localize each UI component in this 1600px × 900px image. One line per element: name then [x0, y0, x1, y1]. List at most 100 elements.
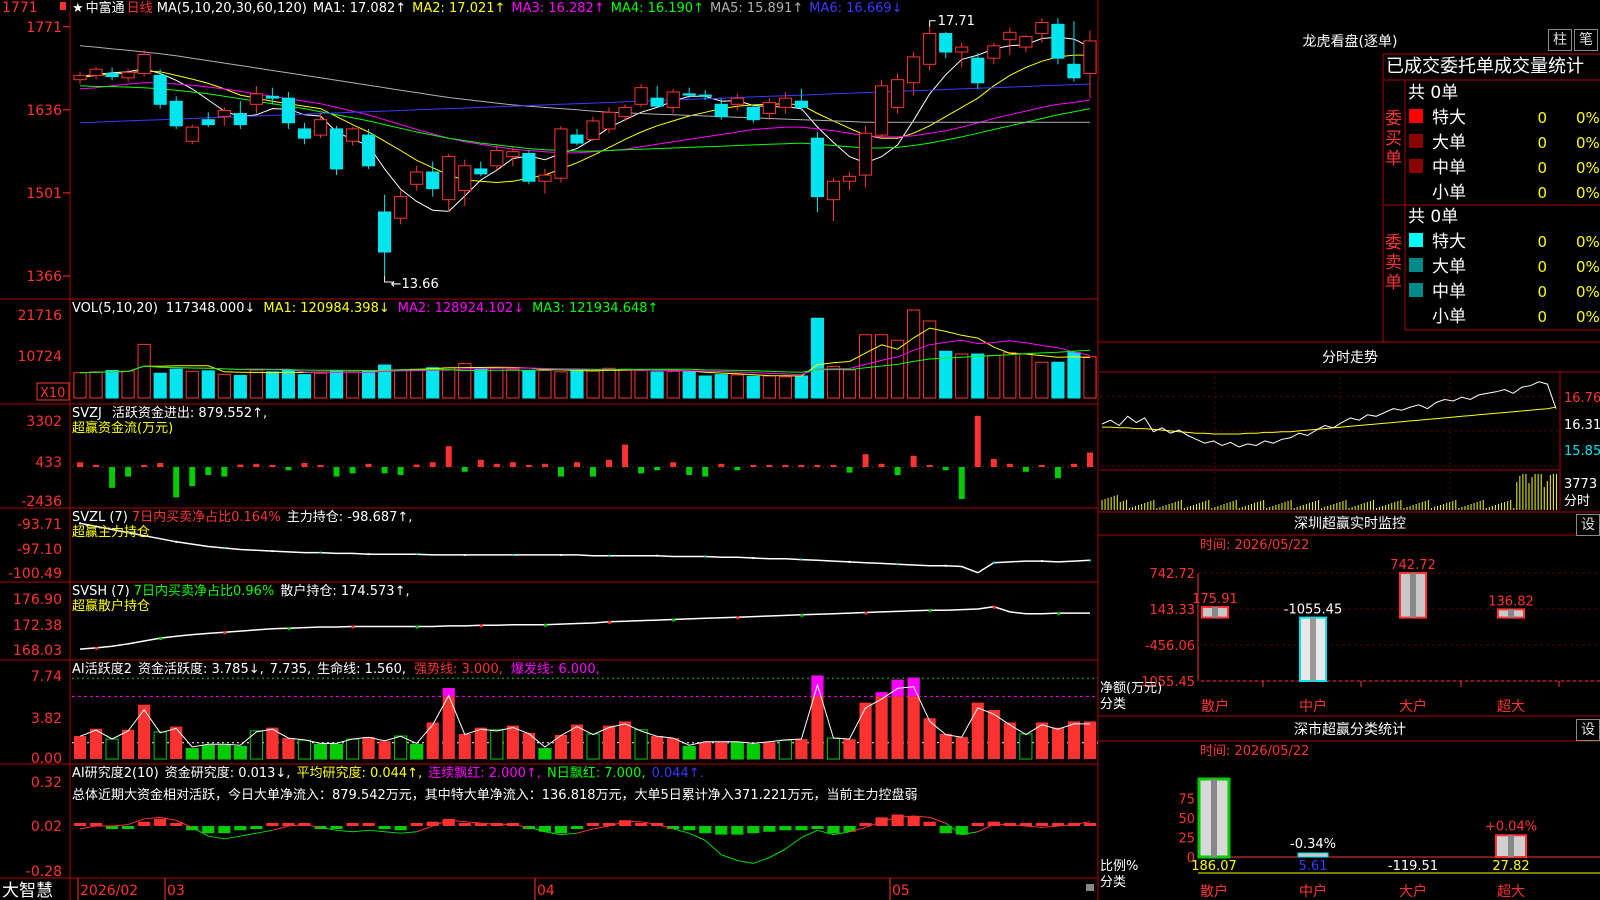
- candle-body: [105, 73, 119, 78]
- svzj-line2: 超赢资金流(万元): [72, 420, 173, 436]
- monitor-bar-shade: [1310, 617, 1316, 681]
- candle-body: [442, 156, 456, 201]
- svzj-bar: [670, 462, 677, 467]
- monitor-title: 深圳超赢实时监控: [1294, 515, 1406, 532]
- ai-bar: [939, 733, 952, 759]
- classify-bar-shade: [1508, 835, 1514, 857]
- volume-bar: [233, 374, 247, 399]
- candle-body: [233, 113, 247, 126]
- stock-name: 中富通: [86, 0, 125, 16]
- ai-research-bar: [715, 826, 728, 835]
- ai-bar: [538, 748, 552, 760]
- ai-research-bar: [570, 826, 584, 829]
- candle-body: [265, 95, 279, 99]
- ai-bar: [907, 696, 920, 759]
- ai-research-bar: [170, 823, 183, 826]
- classify-date: 时间: 2026/05/22: [1200, 744, 1309, 759]
- ai-research-bar: [138, 821, 151, 826]
- svzj-bar: [317, 465, 324, 467]
- ai-res-cont: 连续飘红: 2.000↑,: [428, 765, 541, 781]
- ai-bar: [1083, 721, 1097, 759]
- monitor-y-tick: -456.06: [1145, 639, 1195, 654]
- volume-bar: [153, 372, 167, 399]
- svzj-bar: [461, 467, 468, 472]
- volume-bar: [329, 370, 344, 399]
- svzl-label: SVZL (7): [72, 510, 128, 525]
- classify-ylabel: 比例%: [1100, 859, 1138, 874]
- ai-research-bar: [554, 826, 568, 834]
- candle-body: [762, 101, 776, 115]
- intraday-fenshi: 分时: [1564, 494, 1590, 509]
- volume-bar: [698, 375, 712, 399]
- svzj-bar: [109, 467, 116, 488]
- x-axis-label: 03: [167, 883, 185, 899]
- ai-research-bar: [747, 826, 760, 834]
- ai-research-bar: [731, 826, 744, 835]
- ai-research-bar: [234, 826, 247, 831]
- column-view-button[interactable]: 柱: [1548, 29, 1572, 51]
- monitor-y-tick: 143.33: [1150, 603, 1196, 618]
- ma-label: MA5: 15.891↑: [710, 1, 803, 16]
- svsh-dot: [479, 624, 483, 628]
- ai-strong: 强势线: 3.000,: [414, 661, 503, 677]
- svzj-bar: [285, 467, 292, 471]
- svsh-dot: [1056, 612, 1060, 616]
- svzj-bar: [253, 463, 260, 467]
- ai-res-last: 0.044↑.: [652, 766, 704, 781]
- ai-research-bar: [266, 823, 279, 826]
- kline-ma20-line: [79, 82, 1091, 154]
- volume-bar: [907, 309, 921, 399]
- svzl-dot: [175, 540, 178, 543]
- sell_rows-swatch: [1409, 283, 1423, 297]
- svzl-desc: 7日内买卖净占比0.164%: [132, 509, 281, 525]
- svzj-bar: [557, 467, 564, 477]
- ai-research-line: [721, 854, 738, 861]
- kline-y-tick: 1366: [26, 269, 62, 285]
- svzj-bar: [910, 455, 917, 467]
- dragon-header: 已成交委托单成交量统计: [1386, 56, 1584, 77]
- ai-research-line: [785, 837, 802, 850]
- svsh-dot: [672, 618, 676, 622]
- volume-bar: [137, 343, 151, 399]
- svzj-y-tick: -2436: [21, 494, 62, 510]
- svsh-dot: [992, 605, 996, 609]
- ai-research-line: [112, 824, 129, 827]
- classify-settings-button[interactable]: 设: [1576, 719, 1600, 741]
- svzj-bar: [846, 467, 853, 473]
- monitor-settings-button[interactable]: 设: [1576, 514, 1600, 536]
- ai-res-y-tick: 0.02: [31, 819, 62, 835]
- ai-research-line: [1025, 825, 1042, 828]
- svzl-dot: [896, 563, 899, 566]
- volume-bar: [121, 370, 135, 399]
- high-marker: [929, 20, 936, 27]
- ai-bar: [715, 742, 728, 759]
- svzl-dot: [1040, 560, 1043, 563]
- candle-body: [698, 94, 712, 97]
- volume-bar: [987, 354, 1001, 399]
- svsh-dot: [415, 625, 419, 629]
- volume-bar: [1003, 352, 1017, 399]
- ai-research-bar: [635, 823, 648, 826]
- volume-bar: [746, 375, 760, 399]
- svzj-bar: [798, 465, 805, 467]
- ai-research-bar: [154, 818, 167, 826]
- candle-body: [458, 165, 472, 191]
- volume-bar: [345, 371, 360, 399]
- ai-research-line: [336, 829, 353, 833]
- buy-label-char: 委: [1385, 109, 1402, 129]
- candle-body: [153, 74, 167, 105]
- candle-body: [89, 68, 103, 76]
- sell_rows-pct: 0%: [1576, 283, 1600, 301]
- ai-bar: [362, 737, 375, 759]
- ai-bar: [345, 738, 360, 760]
- buy-label-char: 买: [1385, 129, 1402, 149]
- svzj-bar: [1086, 452, 1093, 467]
- stroke-view-button[interactable]: 笔: [1574, 29, 1598, 51]
- lock-icon: [1086, 884, 1094, 891]
- classify-pct-label: -0.34%: [1290, 837, 1336, 852]
- svzj-bar: [654, 467, 661, 471]
- svzj-bar: [686, 467, 693, 475]
- ma-indicator: MA(5,10,20,30,60,120): [157, 1, 307, 16]
- volume-bar: [730, 374, 744, 399]
- intraday-avg-line: [1102, 406, 1557, 435]
